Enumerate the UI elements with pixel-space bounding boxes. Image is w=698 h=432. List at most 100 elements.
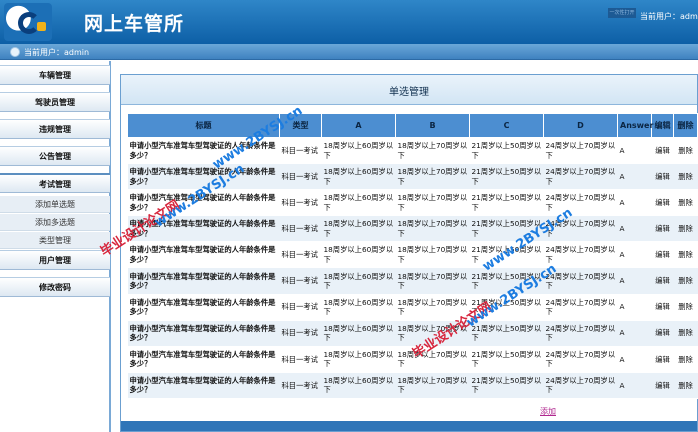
delete-link[interactable]: 删除 — [673, 346, 698, 373]
table-row: 申请小型汽车准驾车型驾驶证的人年龄条件是多少？ 科目一考试 18周岁以上60周岁以下… — [127, 215, 698, 243]
sidebar-item-vehicle[interactable]: 车辆管理 — [0, 65, 110, 85]
option-b-cell: 18周岁以上70周岁以下 — [395, 137, 470, 165]
question-type-cell: 科目一考试 — [279, 215, 322, 243]
answer-cell: A — [617, 163, 652, 191]
question-type-cell: 科目一考试 — [279, 137, 322, 165]
page-title: 单选管理 — [389, 87, 429, 98]
column-header-delete: 删除 — [673, 113, 698, 138]
edit-link[interactable]: 编辑 — [651, 372, 674, 399]
answer-cell: A — [617, 294, 652, 321]
sidebar-item-password[interactable]: 修改密码 — [0, 277, 110, 297]
answer-cell: A — [617, 215, 652, 243]
answer-cell: A — [617, 267, 652, 295]
question-title-cell: 申请小型汽车准驾车型驾驶证的人年龄条件是多少？ — [127, 294, 280, 321]
user-bar: 当前用户：admin — [0, 44, 698, 60]
question-type-cell: 科目一考试 — [279, 241, 322, 269]
table-header-row: 标题 类型 A B C D Answer 编辑 删除 — [127, 113, 698, 138]
question-table: 标题 类型 A B C D Answer 编辑 删除 申请小型汽车准驾车型驾驶证… — [127, 113, 698, 399]
question-type-cell: 科目一考试 — [279, 163, 322, 191]
option-a-cell: 18周岁以上60周岁以下 — [321, 241, 396, 269]
main-panel: 单选管理 标题 类型 A B C D Answer 编辑 删除 申请小型汽车准驾… — [120, 74, 698, 432]
edit-link[interactable]: 编辑 — [651, 241, 674, 269]
delete-link[interactable]: 删除 — [673, 163, 698, 191]
sidebar-item-notice[interactable]: 公告管理 — [0, 146, 110, 166]
header-tab[interactable]: 一次性打开 — [608, 8, 636, 18]
column-header-edit: 编辑 — [651, 113, 674, 138]
answer-cell: A — [617, 241, 652, 269]
sidebar-item-violation[interactable]: 违规管理 — [0, 119, 110, 139]
column-header-answer: Answer — [617, 113, 653, 138]
answer-cell: A — [617, 346, 652, 373]
sidebar-item-user[interactable]: 用户管理 — [0, 250, 110, 270]
header-current-user: 当前用户：admin — [640, 12, 698, 21]
option-d-cell: 24周岁以上70周岁以下 — [543, 294, 618, 321]
panel-header: 单选管理 — [121, 75, 697, 105]
delete-link[interactable]: 删除 — [673, 137, 698, 165]
delete-link[interactable]: 删除 — [673, 294, 698, 321]
delete-link[interactable]: 删除 — [673, 372, 698, 399]
option-d-cell: 24周岁以上70周岁以下 — [543, 320, 618, 347]
question-type-cell: 科目一考试 — [279, 189, 322, 217]
option-d-cell: 24周岁以上70周岁以下 — [543, 372, 618, 399]
option-a-cell: 18周岁以上60周岁以下 — [321, 163, 396, 191]
question-title-cell: 申请小型汽车准驾车型驾驶证的人年龄条件是多少？ — [127, 320, 280, 347]
delete-link[interactable]: 删除 — [673, 320, 698, 347]
sidebar-subitem-add-single[interactable]: 添加单选题 — [0, 196, 110, 213]
table-row: 申请小型汽车准驾车型驾驶证的人年龄条件是多少？ 科目一考试 18周岁以上60周岁以下… — [127, 267, 698, 295]
option-b-cell: 18周岁以上70周岁以下 — [395, 163, 470, 191]
table-row: 申请小型汽车准驾车型驾驶证的人年龄条件是多少？ 科目一考试 18周岁以上60周岁以下… — [127, 241, 698, 269]
option-c-cell: 21周岁以上50周岁以下 — [469, 163, 544, 191]
question-title-cell: 申请小型汽车准驾车型驾驶证的人年龄条件是多少？ — [127, 267, 280, 295]
edit-link[interactable]: 编辑 — [651, 294, 674, 321]
option-d-cell: 24周岁以上70周岁以下 — [543, 241, 618, 269]
site-logo — [4, 3, 52, 41]
add-question-link[interactable]: 添加 — [540, 406, 556, 417]
logo-square-icon — [37, 22, 46, 31]
answer-cell: A — [617, 189, 652, 217]
question-type-cell: 科目一考试 — [279, 267, 322, 295]
column-header-b: B — [395, 113, 470, 138]
site-title: 网上车管所 — [84, 13, 185, 35]
sidebar-item-exam[interactable]: 考试管理 — [0, 173, 110, 193]
option-a-cell: 18周岁以上60周岁以下 — [321, 294, 396, 321]
option-a-cell: 18周岁以上60周岁以下 — [321, 372, 396, 399]
option-b-cell: 18周岁以上70周岁以下 — [395, 215, 470, 243]
edit-link[interactable]: 编辑 — [651, 320, 674, 347]
edit-link[interactable]: 编辑 — [651, 267, 674, 295]
column-header-d: D — [543, 113, 618, 138]
edit-link[interactable]: 编辑 — [651, 163, 674, 191]
option-a-cell: 18周岁以上60周岁以下 — [321, 346, 396, 373]
answer-cell: A — [617, 320, 652, 347]
option-c-cell: 21周岁以上50周岁以下 — [469, 189, 544, 217]
app-header: 网上车管所 一次性打开 当前用户：admin — [0, 0, 698, 44]
edit-link[interactable]: 编辑 — [651, 189, 674, 217]
current-user-label: 当前用户：admin — [24, 48, 90, 57]
edit-link[interactable]: 编辑 — [651, 215, 674, 243]
column-header-a: A — [321, 113, 396, 138]
option-a-cell: 18周岁以上60周岁以下 — [321, 189, 396, 217]
sidebar-item-driver[interactable]: 驾驶员管理 — [0, 92, 110, 112]
question-title-cell: 申请小型汽车准驾车型驾驶证的人年龄条件是多少？ — [127, 241, 280, 269]
question-type-cell: 科目一考试 — [279, 320, 322, 347]
sidebar-subitem-type-manage[interactable]: 类型管理 — [0, 232, 110, 249]
delete-link[interactable]: 删除 — [673, 189, 698, 217]
option-a-cell: 18周岁以上60周岁以下 — [321, 137, 396, 165]
sidebar: 车辆管理 驾驶员管理 违规管理 公告管理 考试管理 添加单选题 添加多选题 类型… — [0, 61, 111, 432]
option-c-cell: 21周岁以上50周岁以下 — [469, 372, 544, 399]
question-title-cell: 申请小型汽车准驾车型驾驶证的人年龄条件是多少？ — [127, 372, 280, 399]
option-a-cell: 18周岁以上60周岁以下 — [321, 320, 396, 347]
edit-link[interactable]: 编辑 — [651, 346, 674, 373]
delete-link[interactable]: 删除 — [673, 267, 698, 295]
option-c-cell: 21周岁以上50周岁以下 — [469, 346, 544, 373]
option-b-cell: 18周岁以上70周岁以下 — [395, 267, 470, 295]
sidebar-subitem-add-multi[interactable]: 添加多选题 — [0, 214, 110, 231]
option-a-cell: 18周岁以上60周岁以下 — [321, 215, 396, 243]
delete-link[interactable]: 删除 — [673, 241, 698, 269]
answer-cell: A — [617, 372, 652, 399]
panel-footer — [121, 421, 697, 431]
column-header-c: C — [469, 113, 544, 138]
user-icon — [10, 47, 20, 57]
edit-link[interactable]: 编辑 — [651, 137, 674, 165]
delete-link[interactable]: 删除 — [673, 215, 698, 243]
question-title-cell: 申请小型汽车准驾车型驾驶证的人年龄条件是多少？ — [127, 346, 280, 373]
